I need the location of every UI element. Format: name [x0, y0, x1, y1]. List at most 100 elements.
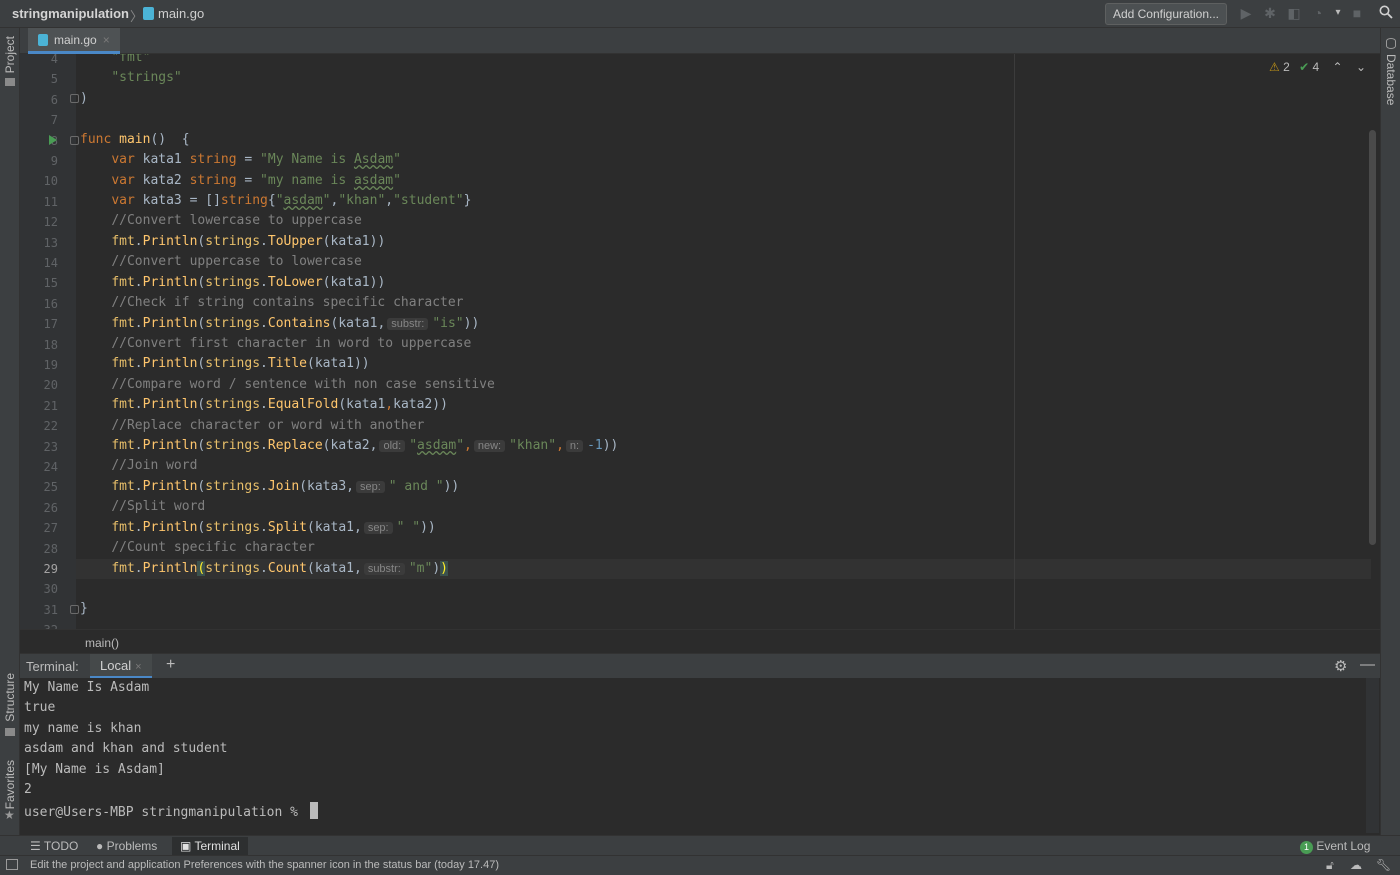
- code-line-15: fmt.Println(strings.ToLower(kata1)): [111, 275, 386, 290]
- next-highlight-icon[interactable]: ⌄: [1356, 60, 1366, 74]
- breadcrumb-function[interactable]: main(): [85, 636, 119, 650]
- debug-icon[interactable]: ✱: [1262, 5, 1278, 21]
- line-number: 5: [50, 72, 58, 87]
- left-tool-strip: Project Structure Favorites ★: [0, 28, 20, 853]
- star-icon: ★: [4, 808, 15, 822]
- database-tool-button[interactable]: Database: [1384, 54, 1398, 105]
- tab-label: main.go: [54, 33, 97, 47]
- code-editor[interactable]: 4 5 6 7 8 9 10 11 12 13 14 15 16 17 18 19 20 21 22 23 24 25 26…: [20, 54, 1380, 629]
- code-line-20: //Compare word / sentence with non case …: [111, 377, 495, 392]
- line-number: 7: [50, 113, 58, 128]
- terminal-output[interactable]: My Name Is Asdam true my name is khan as…: [20, 678, 1380, 833]
- add-configuration-button[interactable]: Add Configuration...: [1105, 3, 1227, 25]
- event-count-badge: 1: [1300, 841, 1313, 854]
- code-line-29: fmt.Println(strings.Count(kata1, substr: "…: [111, 561, 448, 576]
- code-line-8: func main() {: [80, 132, 190, 147]
- title-bar: stringmanipulation 〉 main.go Add Configu…: [0, 0, 1400, 28]
- line-number: 21: [43, 398, 58, 413]
- fold-marker-icon[interactable]: [70, 136, 79, 145]
- fold-marker-icon[interactable]: [70, 605, 79, 614]
- event-log-label: Event Log: [1316, 839, 1371, 853]
- line-number: 31: [43, 602, 58, 617]
- inspection-widget[interactable]: ⚠ 2 ✔ 4 ⌃ ⌄: [1269, 60, 1366, 74]
- code-line-24: //Join word: [111, 458, 198, 473]
- line-number: 17: [43, 317, 58, 332]
- check-icon: ✔: [1299, 60, 1310, 74]
- toggle-tool-windows-icon[interactable]: [6, 859, 18, 870]
- terminal-prompt-line[interactable]: user@Users-MBP stringmanipulation %: [24, 802, 318, 820]
- favorites-tool-button[interactable]: Favorites: [3, 760, 17, 809]
- code-line-31: }: [80, 601, 88, 616]
- terminal-label: Terminal: [194, 839, 240, 853]
- stop-icon[interactable]: ■: [1349, 5, 1365, 21]
- terminal-line: My Name Is Asdam: [24, 680, 150, 695]
- right-tool-strip: Database: [1380, 28, 1400, 853]
- code-line-18: //Convert first character in word to upp…: [111, 336, 472, 351]
- line-number: 27: [43, 521, 58, 536]
- event-log-tool-button[interactable]: 1 Event Log: [1292, 837, 1378, 856]
- code-line-9: var kata1 string = "My Name is Asdam": [111, 152, 401, 167]
- terminal-prompt: user@Users-MBP stringmanipulation %: [24, 805, 306, 820]
- run-icon[interactable]: ▶: [1238, 5, 1254, 21]
- editor-scrollbar[interactable]: [1369, 130, 1376, 545]
- code-line-21: fmt.Println(strings.EqualFold(kata1,kata…: [111, 397, 448, 412]
- code-line-14: //Convert uppercase to lowercase: [111, 254, 362, 269]
- status-message: Edit the project and application Prefere…: [30, 859, 500, 871]
- previous-highlight-icon[interactable]: ⌃: [1333, 60, 1343, 74]
- fold-marker-icon[interactable]: [70, 94, 79, 103]
- line-number: 19: [43, 358, 58, 372]
- line-number: 12: [43, 215, 58, 230]
- terminal-line: asdam and khan and student: [24, 741, 228, 756]
- terminal-cursor: [309, 802, 318, 819]
- coverage-icon[interactable]: ◧: [1286, 5, 1302, 21]
- go-file-icon: [143, 7, 154, 20]
- line-number: 24: [43, 460, 58, 474]
- breadcrumb-file[interactable]: main.go: [143, 6, 204, 21]
- todo-tool-button[interactable]: ☰ TODO: [22, 837, 86, 856]
- code-line-4: "fmt": [111, 54, 151, 65]
- list-icon: ☰: [30, 839, 41, 853]
- tab-main-go[interactable]: main.go ×: [28, 28, 120, 54]
- line-number: 29: [43, 562, 58, 576]
- code-line-13: fmt.Println(strings.ToUpper(kata1)): [111, 234, 386, 249]
- line-number: 16: [43, 296, 58, 311]
- spanner-icon[interactable]: 🔧︎: [1376, 858, 1391, 872]
- structure-tool-button[interactable]: Structure: [3, 673, 17, 722]
- terminal-tab-local[interactable]: Local ×: [90, 654, 152, 679]
- terminal-scrollbar[interactable]: [1366, 678, 1379, 833]
- line-number: 9: [50, 154, 58, 168]
- terminal-line: [My Name is Asdam]: [24, 762, 165, 777]
- terminal-tool-button[interactable]: ▣ Terminal: [172, 837, 248, 856]
- database-icon: [1386, 38, 1396, 49]
- gear-icon[interactable]: ⚙: [1334, 657, 1347, 675]
- terminal-title: Terminal:: [26, 659, 79, 674]
- code-line-23: fmt.Println(strings.Replace(kata2, old: "a…: [111, 438, 619, 453]
- line-number: 15: [43, 276, 58, 291]
- new-terminal-tab-icon[interactable]: +: [166, 656, 175, 674]
- terminal-line: 2: [24, 782, 32, 797]
- line-number: 25: [43, 480, 58, 495]
- code-line-28: //Count specific character: [111, 540, 315, 555]
- code-breadcrumb[interactable]: main(): [20, 629, 1380, 653]
- terminal-line: my name is khan: [24, 721, 142, 736]
- run-dropdown-icon[interactable]: ▾: [1330, 5, 1346, 21]
- code-line-12: //Convert lowercase to uppercase: [111, 213, 362, 228]
- breadcrumb-separator: 〉: [130, 9, 144, 24]
- search-everywhere-icon[interactable]: [1378, 5, 1394, 21]
- cloud-icon[interactable]: ☁: [1350, 858, 1362, 872]
- terminal-tab-label: Local: [100, 658, 132, 673]
- project-name[interactable]: stringmanipulation: [12, 6, 129, 21]
- profile-icon[interactable]: ◔: [1310, 5, 1326, 21]
- structure-icon: [5, 728, 15, 736]
- close-tab-icon[interactable]: ×: [103, 33, 110, 47]
- close-tab-icon[interactable]: ×: [135, 661, 141, 673]
- problems-tool-button[interactable]: ● Problems: [88, 837, 165, 856]
- breadcrumb-file-label: main.go: [158, 6, 205, 21]
- editor-tab-bar: main.go ×: [20, 28, 1380, 54]
- tool-window-bar: ☰ TODO ● Problems ▣ Terminal 1 Event Log: [0, 835, 1400, 856]
- lock-icon[interactable]: 🔓︎: [1326, 858, 1334, 873]
- run-gutter-icon[interactable]: [49, 135, 57, 145]
- minimize-icon[interactable]: —: [1360, 656, 1375, 673]
- line-number: 26: [43, 500, 58, 515]
- project-tool-button[interactable]: Project: [3, 36, 17, 73]
